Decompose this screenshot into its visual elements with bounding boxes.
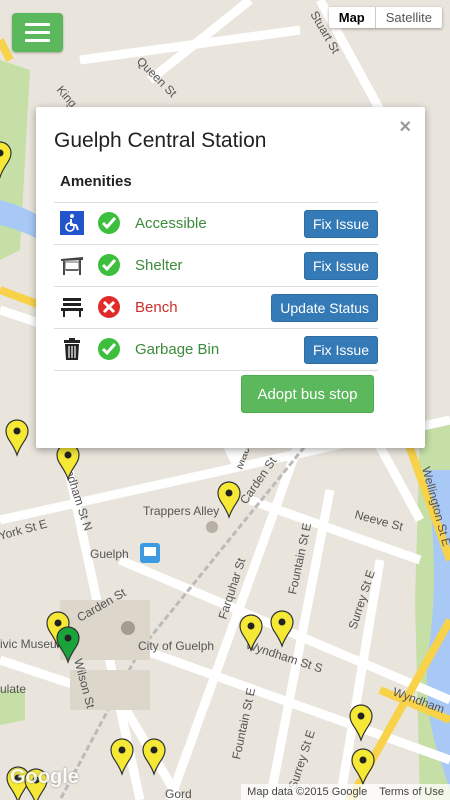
- place-icon: [206, 521, 218, 533]
- street-label-trappers: Trappers Alley: [143, 504, 219, 518]
- map-type-toggle: Map Satellite: [328, 7, 442, 28]
- marker-dot: [225, 489, 233, 497]
- fix-issue-button[interactable]: Fix Issue: [303, 336, 378, 364]
- street-label-gordon: Gord: [165, 787, 192, 800]
- wheelchair-icon: [60, 211, 84, 235]
- place-label-city: City of Guelph: [138, 639, 214, 653]
- map-attribution: Map data ©2015 Google Terms of Use: [241, 784, 450, 800]
- marker-dot: [359, 756, 367, 764]
- marker-dot: [278, 618, 286, 626]
- marker-dot: [64, 634, 72, 642]
- amenities-heading: Amenities: [60, 173, 132, 190]
- amenity-label: Bench: [135, 299, 178, 316]
- place-label-ulate: ulate: [0, 682, 26, 696]
- shelter-icon: [61, 257, 83, 275]
- street-label-guelph: Guelph: [90, 547, 129, 561]
- terms-of-use-link[interactable]: Terms of Use: [373, 784, 450, 800]
- amenity-row-bench: Bench Update Status: [54, 287, 378, 329]
- train-station-icon: [140, 543, 160, 563]
- marker-dot: [118, 746, 126, 754]
- amenity-row-accessible: Accessible Fix Issue: [54, 203, 378, 245]
- popup-pointer: [223, 447, 247, 471]
- adopt-bus-stop-button[interactable]: Adopt bus stop: [241, 375, 374, 413]
- trash-can-icon: [64, 338, 80, 360]
- amenity-label: Garbage Bin: [135, 341, 220, 358]
- stop-info-popup: × Guelph Central Station Amenities Acces…: [36, 107, 425, 448]
- google-logo: Google: [10, 766, 79, 788]
- check-icon: [98, 254, 120, 276]
- update-status-button[interactable]: Update Status: [271, 294, 378, 322]
- city-hall-icon: [121, 621, 135, 635]
- marker-dot: [64, 451, 72, 459]
- amenities-list: Accessible Fix Issue Shelter Fix Issue B…: [54, 202, 378, 371]
- bench-icon: [61, 298, 83, 317]
- amenity-label: Accessible: [135, 215, 207, 232]
- close-icon[interactable]: ×: [399, 116, 411, 139]
- marker-dot: [13, 427, 21, 435]
- check-icon: [98, 338, 120, 360]
- fix-issue-button[interactable]: Fix Issue: [303, 210, 378, 238]
- map-data-text: Map data ©2015 Google: [247, 786, 368, 798]
- marker-dot: [357, 712, 365, 720]
- marker-dot: [247, 622, 255, 630]
- map-view-button[interactable]: Map: [329, 7, 376, 28]
- fix-issue-button[interactable]: Fix Issue: [303, 252, 378, 280]
- marker-dot: [150, 746, 158, 754]
- satellite-view-button[interactable]: Satellite: [376, 7, 442, 28]
- amenity-label: Shelter: [135, 257, 183, 274]
- check-icon: [98, 212, 120, 234]
- menu-button[interactable]: [12, 13, 63, 52]
- x-icon: [98, 296, 120, 318]
- amenity-row-shelter: Shelter Fix Issue: [54, 245, 378, 287]
- marker-dot: [54, 619, 62, 627]
- popup-title: Guelph Central Station: [54, 129, 267, 152]
- amenity-row-garbage: Garbage Bin Fix Issue: [54, 329, 378, 371]
